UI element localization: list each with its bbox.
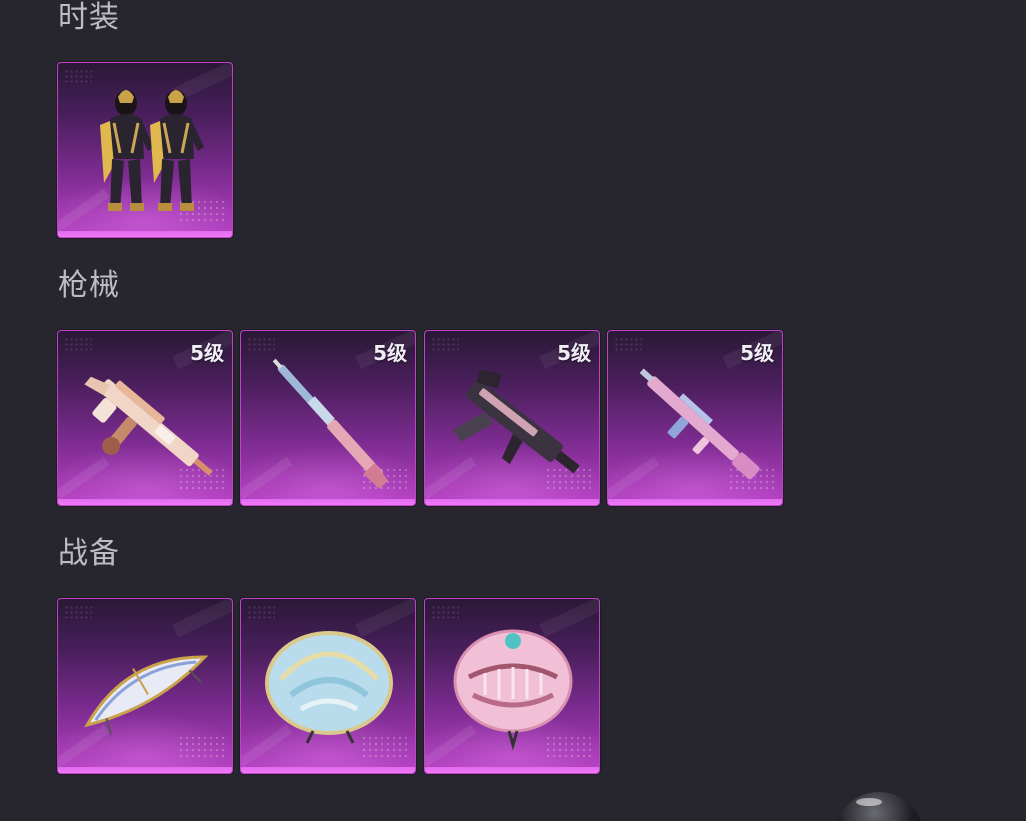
glider-skin-icon <box>84 655 209 735</box>
avatar[interactable] <box>834 792 924 821</box>
level-badge: 5级 <box>190 341 224 365</box>
section-title-equipment: 战备 <box>58 536 120 571</box>
item-card-gun-1[interactable]: 5级 <box>57 330 233 506</box>
item-card-gun-3[interactable]: 5级 <box>424 330 600 506</box>
item-card-equipment-1[interactable] <box>57 598 233 774</box>
item-card-gun-2[interactable]: 5级 <box>240 330 416 506</box>
item-card-equipment-3[interactable] <box>424 598 600 774</box>
level-badge: 5级 <box>373 341 407 365</box>
inventory-page: 时装 枪械 5级 5级 5级 5级 战备 <box>0 0 1026 821</box>
section-title-guns: 枪械 <box>58 268 120 303</box>
parachute-blue-icon <box>265 631 393 744</box>
outfit-pair-icon <box>100 90 204 211</box>
item-card-equipment-2[interactable] <box>240 598 416 774</box>
level-badge: 5级 <box>740 341 774 365</box>
item-card-gun-4[interactable]: 5级 <box>607 330 783 506</box>
item-card-outfit[interactable] <box>57 62 233 238</box>
parachute-pink-icon <box>453 629 573 751</box>
level-badge: 5级 <box>557 341 591 365</box>
section-title-outfit: 时装 <box>58 0 120 35</box>
